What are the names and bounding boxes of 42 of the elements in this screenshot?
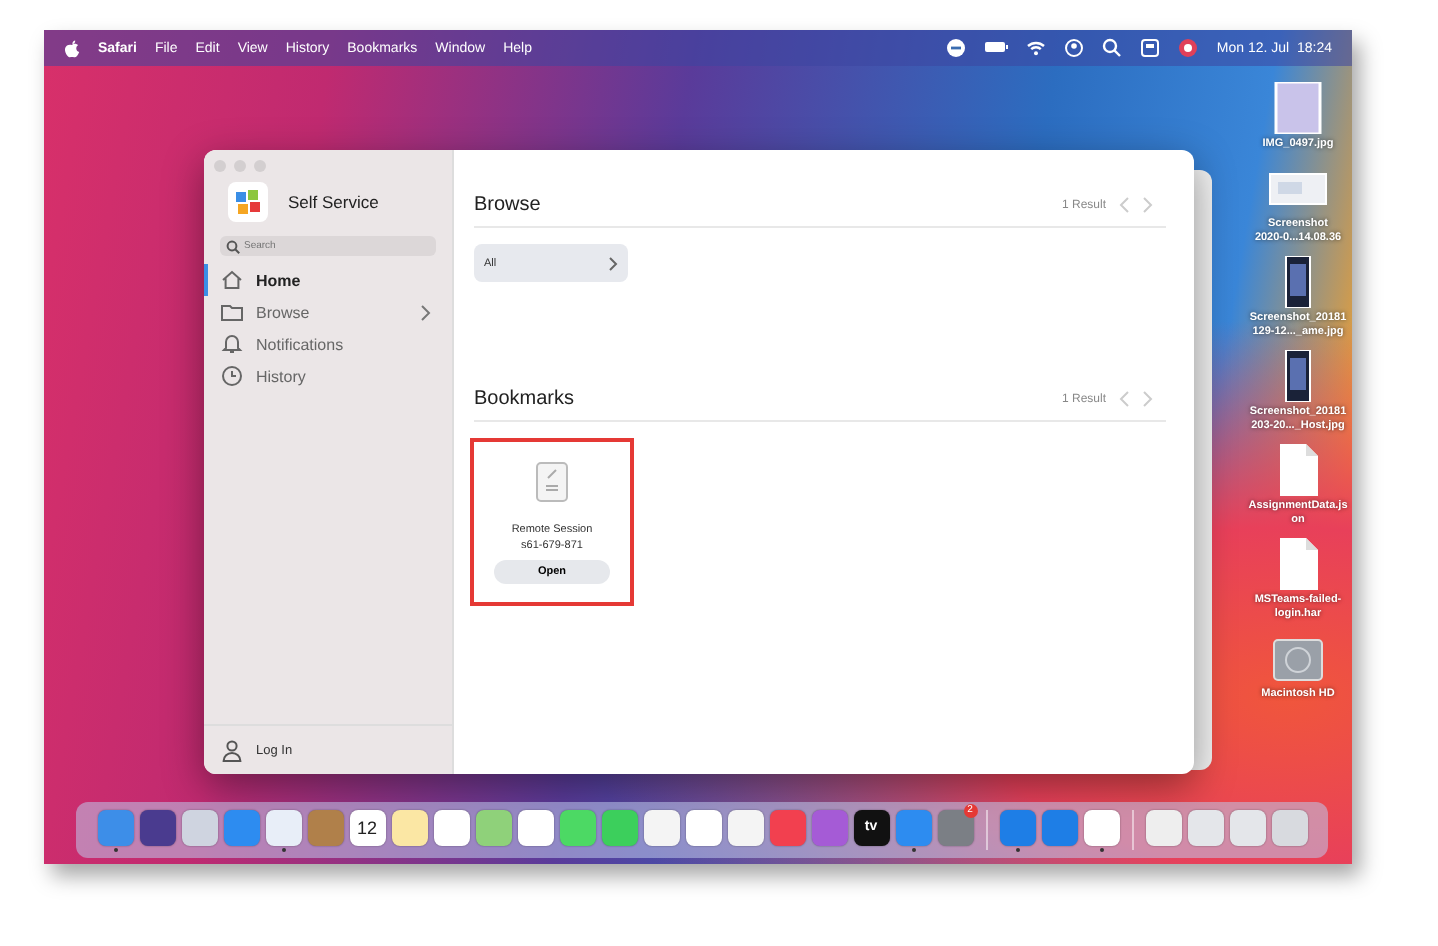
app-icon[interactable] (433, 809, 469, 845)
chevron-right-icon (608, 255, 618, 271)
chevron-right-icon[interactable] (1142, 390, 1154, 408)
folder-icon (220, 300, 244, 324)
search-icon[interactable] (1102, 38, 1123, 58)
app-icon[interactable] (643, 809, 679, 845)
chevron-left-icon[interactable] (1118, 196, 1130, 214)
app-icon[interactable] (559, 809, 595, 845)
search-icon (226, 239, 240, 253)
app-icon[interactable] (391, 809, 427, 845)
app-icon[interactable]: 12 (349, 809, 385, 845)
apple-logo-icon[interactable] (64, 39, 80, 57)
home-icon (220, 268, 244, 292)
sidebar-item[interactable]: Home (204, 264, 452, 296)
clock-icon (220, 364, 244, 388)
app-icon[interactable] (475, 809, 511, 845)
app-icon[interactable] (1271, 809, 1307, 845)
person-icon (222, 739, 242, 761)
section-heading: Bookmarks (474, 388, 577, 410)
sidebar-item[interactable]: History (204, 360, 452, 392)
section-heading: Browse (474, 194, 543, 216)
bell-icon (220, 332, 244, 356)
chevron-right-icon[interactable] (1142, 196, 1154, 214)
sidebar-item[interactable]: Browse (204, 296, 452, 328)
app-icon[interactable] (1229, 809, 1265, 845)
wifi-icon[interactable] (1026, 38, 1047, 58)
chevron-left-icon[interactable] (1118, 390, 1130, 408)
app-icon[interactable] (1145, 809, 1181, 845)
app-icon[interactable] (1083, 809, 1119, 845)
app-logo-icon (228, 182, 268, 222)
sidebar-item[interactable]: Notifications (204, 328, 452, 360)
app-icon[interactable] (685, 809, 721, 845)
app-icon[interactable] (727, 809, 763, 845)
app-icon[interactable] (517, 809, 553, 845)
app-icon[interactable] (139, 809, 175, 845)
app-icon[interactable] (1187, 809, 1223, 845)
app-title: Self Service (288, 192, 379, 212)
document-link-icon (536, 462, 568, 502)
app-icon[interactable] (265, 809, 301, 845)
app-icon[interactable] (181, 809, 217, 845)
battery-icon[interactable] (984, 38, 1009, 58)
app-icon[interactable] (601, 809, 637, 845)
